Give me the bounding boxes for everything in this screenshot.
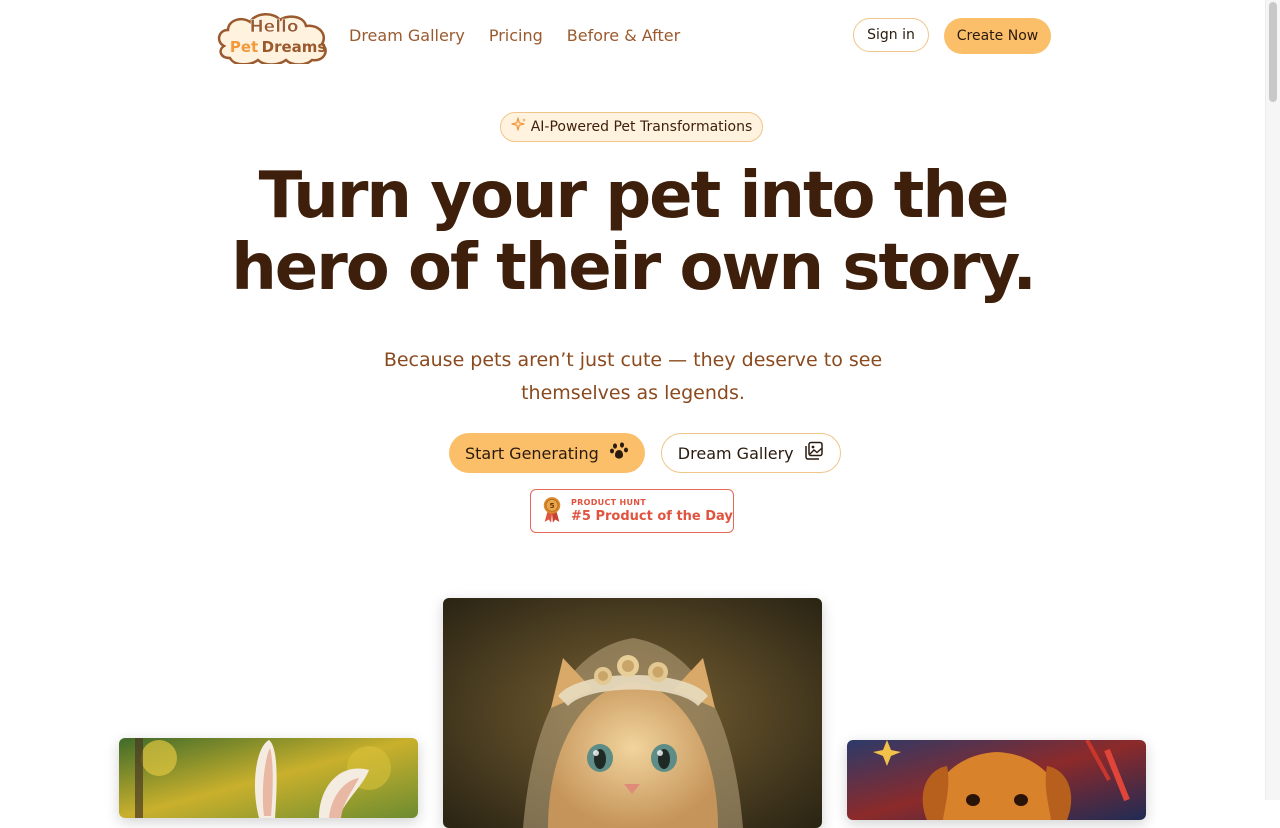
medal-icon: 5	[541, 495, 563, 527]
page-scrollbar[interactable]	[1265, 0, 1280, 800]
bunny-portrait-image	[119, 738, 418, 818]
sparkles-icon	[511, 117, 527, 137]
logo[interactable]: Hello Pet Dreams	[214, 8, 334, 66]
start-generating-button[interactable]: Start Generating	[449, 433, 645, 473]
sign-in-button[interactable]: Sign in	[853, 18, 929, 52]
paw-icon	[609, 441, 629, 465]
site-header: Hello Pet Dreams Dream Gallery Pricing B…	[0, 0, 1266, 72]
logo-text-dreams: Dreams	[262, 38, 327, 56]
nav-link-pricing[interactable]: Pricing	[489, 24, 543, 48]
cat-bride-portrait-image	[443, 598, 822, 828]
product-hunt-text: PRODUCT HUNT #5 Product of the Day	[571, 497, 733, 525]
medal-rank: 5	[549, 501, 554, 510]
nav-link-before-after[interactable]: Before & After	[567, 24, 680, 48]
logo-text-hello: Hello	[249, 17, 298, 37]
scrollbar-thumb[interactable]	[1269, 2, 1277, 102]
dream-gallery-label: Dream Gallery	[677, 443, 794, 463]
dream-gallery-button[interactable]: Dream Gallery	[660, 433, 841, 473]
gallery-icon	[804, 441, 824, 465]
logo-text-pet: Pet	[230, 38, 258, 56]
hero-headline: Turn your pet into the hero of their own…	[0, 160, 1266, 304]
nav-link-dream-gallery[interactable]: Dream Gallery	[349, 24, 465, 48]
start-generating-label: Start Generating	[465, 443, 599, 463]
hero-headline-line-2: hero of their own story.	[231, 231, 1037, 305]
product-hunt-badge[interactable]: 5 PRODUCT HUNT #5 Product of the Day	[530, 489, 734, 533]
hero-cta-row: Start Generating Dream Gallery	[449, 433, 841, 473]
create-now-button[interactable]: Create Now	[944, 18, 1051, 54]
product-hunt-title: #5 Product of the Day	[571, 509, 733, 524]
ai-powered-badge-label: AI-Powered Pet Transformations	[530, 119, 753, 135]
hero-headline-line-1: Turn your pet into the	[258, 159, 1010, 233]
dog-hero-portrait-image	[847, 740, 1146, 820]
ai-powered-badge: AI-Powered Pet Transformations	[500, 112, 763, 142]
product-hunt-label: PRODUCT HUNT	[571, 498, 647, 507]
hero-subtitle: Because pets aren’t just cute — they des…	[383, 349, 883, 404]
logo-cloud: Hello Pet Dreams	[217, 13, 327, 66]
main-nav: Dream Gallery Pricing Before & After	[349, 24, 680, 48]
